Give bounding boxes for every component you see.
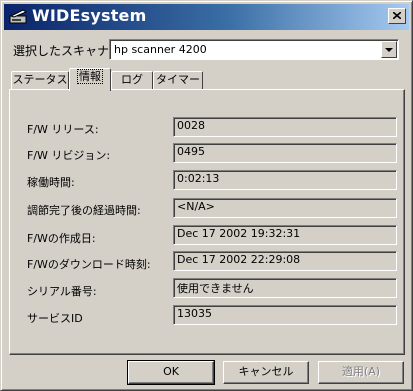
scanner-select[interactable]: hp scanner 4200 <box>109 39 399 60</box>
tab-timer[interactable]: タイマー <box>153 71 203 89</box>
fw-download-time-label: F/Wのダウンロード時刻: <box>27 258 151 271</box>
chevron-down-icon <box>385 48 393 52</box>
fw-revision-field: 0495 <box>173 143 397 163</box>
tab-timer-label: タイマー <box>156 73 200 86</box>
tab-info[interactable]: 情報 <box>69 68 111 91</box>
fw-build-date-field: Dec 17 2002 19:32:31 <box>173 225 397 245</box>
scanner-select-value: hp scanner 4200 <box>114 43 207 56</box>
uptime-field: 0:02:13 <box>173 170 397 190</box>
fw-release-field: 0028 <box>173 117 397 137</box>
service-id-field: 13035 <box>173 305 397 325</box>
serial-number-label: シリアル番号: <box>27 285 97 298</box>
close-button[interactable] <box>388 8 406 24</box>
dialog-window: WIDEsystem 選択したスキャナ hp scanner 4200 ステータ… <box>0 0 413 391</box>
ok-button[interactable]: OK <box>127 360 215 385</box>
fw-download-time-field: Dec 17 2002 22:29:08 <box>173 251 397 271</box>
uptime-label: 稼働時間: <box>27 176 75 189</box>
fw-build-date-label: F/Wの作成日: <box>27 232 96 245</box>
fw-revision-label: F/W リビジョン: <box>27 149 111 162</box>
fw-release-label: F/W リリース: <box>27 123 99 136</box>
title-bar[interactable]: WIDEsystem <box>4 4 409 30</box>
cancel-button-label: キャンセル <box>238 365 294 378</box>
tab-log[interactable]: ログ <box>111 71 153 89</box>
tab-status-label: ステータス <box>12 73 68 86</box>
apply-button-label: 適用(A) <box>341 365 381 378</box>
window-title: WIDEsystem <box>32 6 147 25</box>
info-panel: F/W リリース: 0028 F/W リビジョン: 0495 稼働時間: 0:0… <box>9 89 405 355</box>
close-icon <box>393 12 401 19</box>
serial-number-field: 使用できません <box>173 278 397 298</box>
service-id-label: サービスID <box>27 312 83 325</box>
scanner-app-icon <box>9 8 28 26</box>
tab-log-label: ログ <box>121 73 143 86</box>
time-since-calibration-label: 調節完了後の経過時間: <box>27 204 141 217</box>
ok-button-label: OK <box>163 365 179 378</box>
time-since-calibration-field: <N/A> <box>173 198 397 218</box>
apply-button[interactable]: 適用(A) <box>318 361 404 384</box>
cancel-button[interactable]: キャンセル <box>223 361 309 384</box>
tab-status[interactable]: ステータス <box>11 71 69 89</box>
dropdown-button[interactable] <box>381 41 397 58</box>
scanner-label: 選択したスキャナ <box>13 44 110 58</box>
tab-info-label: 情報 <box>77 69 103 84</box>
